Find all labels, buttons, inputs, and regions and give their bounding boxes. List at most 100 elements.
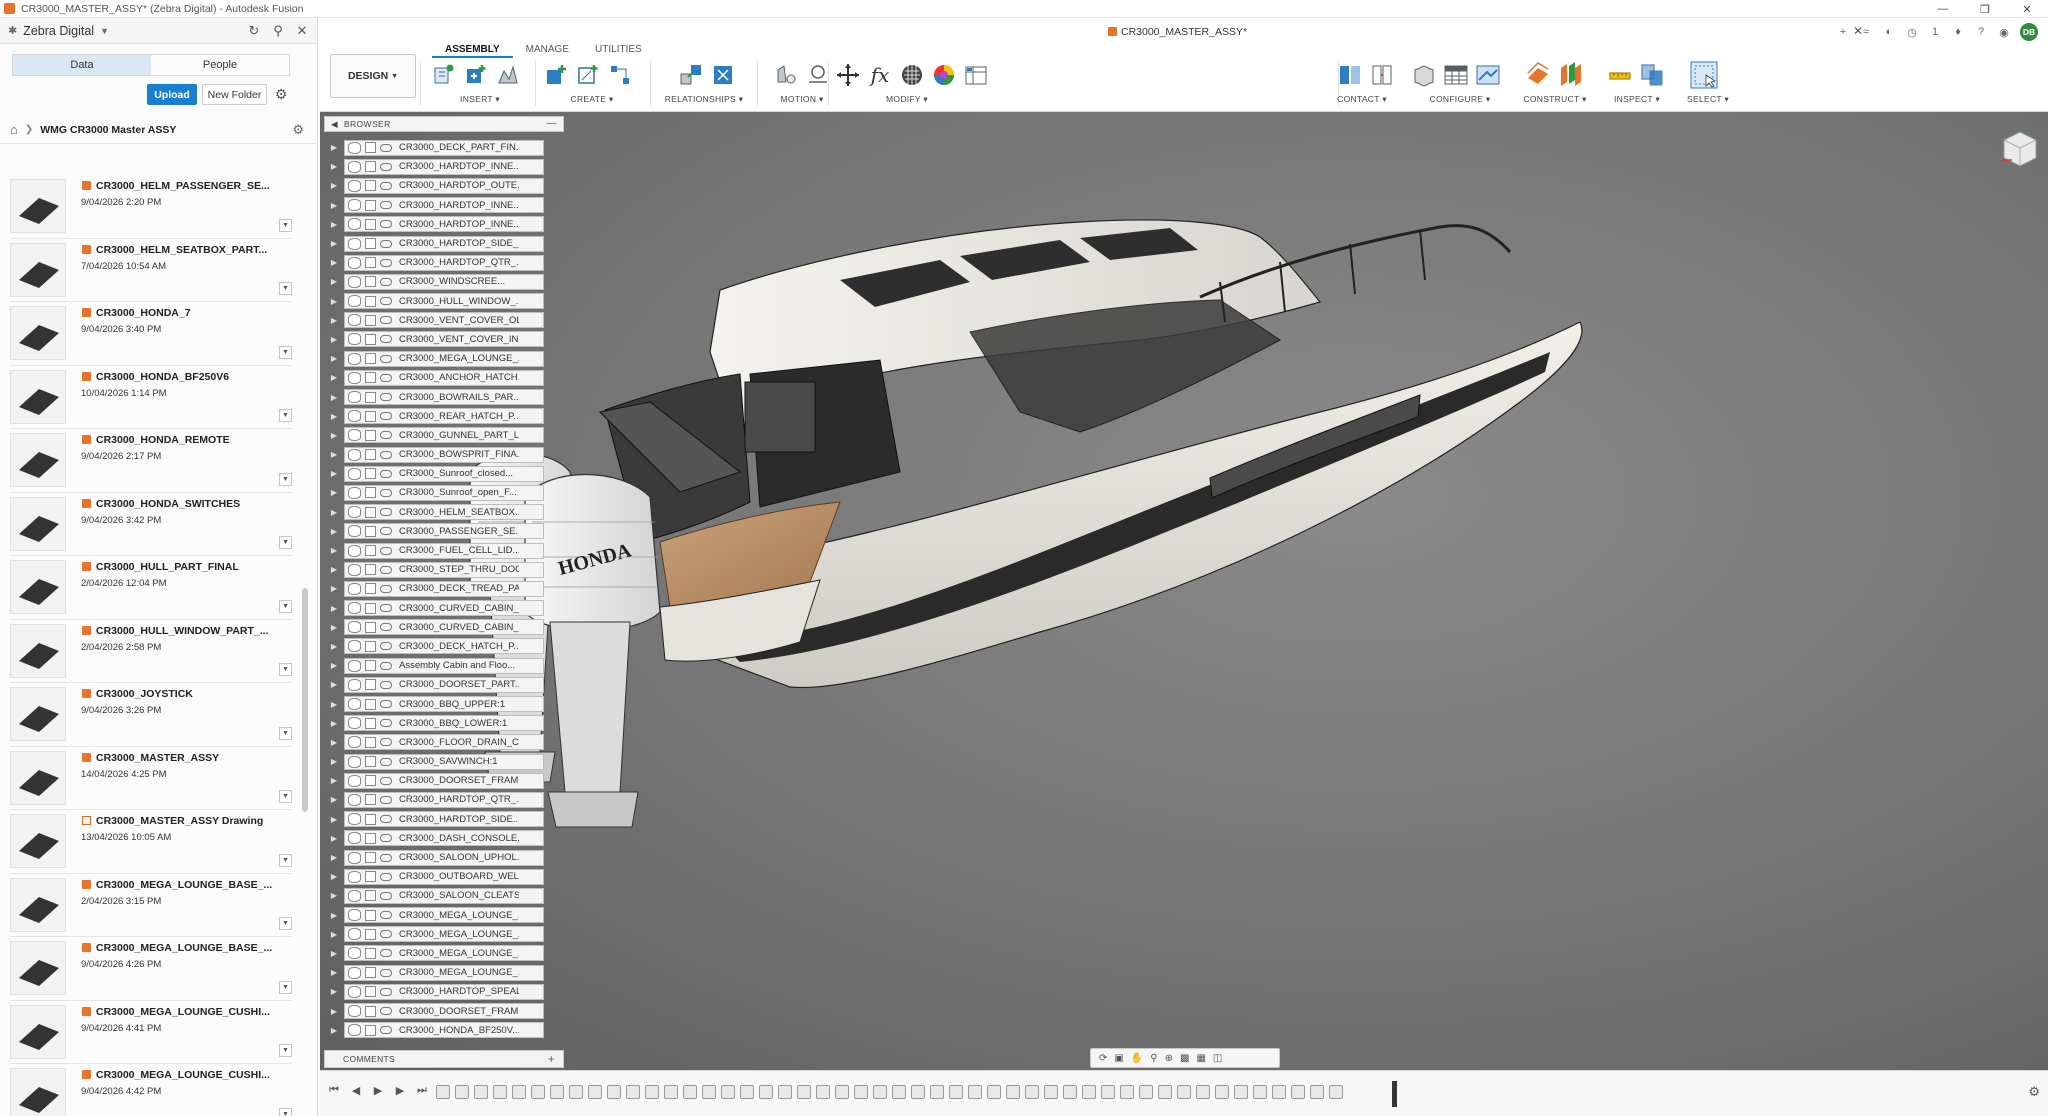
browser-item[interactable]: ▶ CR3000_DECK_HATCH_P... [324,637,564,656]
browser-item-cell[interactable]: CR3000_GUNNEL_PART_L... [344,427,544,444]
visibility-eye-icon[interactable] [348,678,361,691]
job-status-icon[interactable]: ◷ [1905,26,1919,39]
boat-model[interactable]: HONDA [320,112,2048,1070]
new-contact-set-icon[interactable] [1368,61,1396,89]
browser-item-cell[interactable]: CR3000_HELM_SEATBOX... [344,504,544,521]
group-label-construct[interactable]: CONSTRUCT ▾ [1520,94,1590,105]
file-thumbnail[interactable] [10,877,66,932]
file-thumbnail[interactable] [10,1068,66,1116]
expand-icon[interactable]: ▶ [324,815,344,824]
visibility-eye-icon[interactable] [348,141,361,154]
new-folder-button[interactable]: New Folder [202,84,267,105]
timeline-feature[interactable] [436,1085,450,1099]
file-thumbnail[interactable] [10,750,66,805]
expand-icon[interactable]: ▶ [324,757,344,766]
browser-item[interactable]: ▶ CR3000_DASH_CONSOLE... [324,829,564,848]
expand-icon[interactable]: ▶ [324,277,344,286]
expand-icon[interactable]: ▶ [324,795,344,804]
tab-manage[interactable]: MANAGE [513,44,582,58]
visibility-eye-icon[interactable] [348,774,361,787]
browser-item-cell[interactable]: CR3000_ANCHOR_HATCH... [344,369,544,386]
move-copy-icon[interactable] [834,61,862,89]
visibility-eye-icon[interactable] [348,851,361,864]
file-thumbnail[interactable] [10,306,66,360]
browser-item-cell[interactable]: CR3000_BOWRAILS_PAR... [344,389,544,406]
browser-item[interactable]: ▶ CR3000_HARDTOP_QTR_... [324,790,564,809]
expand-icon[interactable]: ▶ [324,949,344,958]
file-item[interactable]: CR3000_MEGA_LOUNGE_CUSHI... 9/04/2026 4:4… [10,1064,292,1116]
visibility-eye-icon[interactable] [348,602,361,615]
browser-item-cell[interactable]: CR3000_BOWSPRIT_FINA... [344,446,544,463]
visibility-eye-icon[interactable] [348,870,361,883]
timeline-feature[interactable] [721,1085,735,1099]
step-forward-icon[interactable]: ▶ [394,1084,406,1097]
expand-icon[interactable]: ▶ [324,450,344,459]
expand-icon[interactable]: ▶ [324,930,344,939]
browser-item[interactable]: ▶ CR3000_CURVED_CABIN_... [324,599,564,618]
go-to-start-icon[interactable]: ⏮ [328,1084,340,1097]
document-tab[interactable]: CR3000_MASTER_ASSY* [1108,26,1247,38]
display-settings-icon[interactable]: ▩ [1180,1053,1189,1064]
search-icon[interactable]: ⚲ [269,22,287,40]
browser-item[interactable]: ▶ CR3000_MEGA_LOUNGE_... [324,963,564,982]
browser-item[interactable]: ▶ CR3000_HARDTOP_INNE... [324,215,564,234]
home-icon[interactable]: ⌂ [10,122,18,137]
timeline-feature[interactable] [1158,1085,1172,1099]
learning-icon[interactable]: ◉ [1997,26,2011,39]
restore-icon[interactable]: ❐ [1964,0,2006,18]
visibility-eye-icon[interactable] [348,889,361,902]
close-icon[interactable]: ✕ [2006,0,2048,18]
as-built-joint-icon[interactable] [710,61,738,89]
group-label-create[interactable]: CREATE ▾ [542,94,642,105]
timeline-feature[interactable] [1120,1085,1134,1099]
notification-count[interactable]: 1 [1928,26,1942,38]
timeline-feature[interactable] [892,1085,906,1099]
visibility-eye-icon[interactable] [348,525,361,538]
browser-item-cell[interactable]: CR3000_HARDTOP_SIDE_... [344,235,544,252]
visibility-eye-icon[interactable] [348,717,361,730]
browser-item[interactable]: ▶ CR3000_BBQ_UPPER:1 [324,694,564,713]
browser-item-cell[interactable]: Assembly Cabin and Floo... [344,657,544,674]
file-name[interactable]: CR3000_HONDA_7 [82,307,282,319]
browser-item-cell[interactable]: CR3000_HONDA_BF250V... [344,1022,544,1039]
timeline-feature[interactable] [930,1085,944,1099]
browser-header[interactable]: ◀ BROWSER — [324,116,564,132]
expand-icon[interactable]: ▶ [324,776,344,785]
comments-panel[interactable]: COMMENTS + [324,1050,564,1068]
insert-derive-icon[interactable] [462,61,490,89]
tab-utilities[interactable]: UTILITIES [582,44,655,58]
browser-item-cell[interactable]: CR3000_HARDTOP_SPEAL... [344,983,544,1000]
browser-item-cell[interactable]: CR3000_VENT_COVER_OL... [344,312,544,329]
browser-item[interactable]: ▶ CR3000_HARDTOP_OUTE... [324,176,564,195]
expand-icon[interactable]: ▶ [324,527,344,536]
file-menu-icon[interactable]: ▼ [279,917,292,930]
file-thumbnail[interactable] [10,242,66,297]
visibility-eye-icon[interactable] [348,429,361,442]
timeline-marker[interactable] [1392,1081,1397,1107]
expand-icon[interactable]: ▶ [324,546,344,555]
browser-item[interactable]: ▶ CR3000_HARDTOP_SPEAL... [324,982,564,1001]
file-name[interactable]: CR3000_MEGA_LOUNGE_BASE_... [82,879,282,891]
expand-icon[interactable]: ▶ [324,834,344,843]
timeline-feature[interactable] [835,1085,849,1099]
expand-icon[interactable]: ▶ [324,642,344,651]
expand-icon[interactable]: ▶ [324,469,344,478]
browser-item[interactable]: ▶ CR3000_VENT_COVER_IN... [324,330,564,349]
visibility-eye-icon[interactable] [348,486,361,499]
timeline-feature[interactable] [778,1085,792,1099]
file-menu-icon[interactable]: ▼ [279,853,292,867]
browser-item[interactable]: ▶ CR3000_VENT_COVER_OL... [324,311,564,330]
browser-item[interactable]: ▶ CR3000_HARDTOP_INNE... [324,157,564,176]
browser-item[interactable]: ▶ CR3000_OUTBOARD_WEL... [324,867,564,886]
browser-item[interactable]: ▶ CR3000_SALOON_CLEATS... [324,886,564,905]
configuration-table-icon[interactable] [1442,61,1470,89]
visibility-eye-icon[interactable] [348,448,361,461]
browser-item[interactable]: ▶ CR3000_MEGA_LOUNGE_... [324,944,564,963]
browser-item-cell[interactable]: CR3000_WINDSCREE... [344,273,544,290]
viewports-icon[interactable]: ◫ [1213,1053,1222,1064]
visibility-eye-icon[interactable] [348,985,361,998]
file-item[interactable]: CR3000_HELM_SEATBOX_PART... 7/04/2026 10:… [10,239,292,302]
browser-item-cell[interactable]: CR3000_DECK_PART_FIN... [344,139,544,156]
browser-item[interactable]: ▶ CR3000_DECK_TREAD_PA... [324,579,564,598]
browser-item[interactable]: ▶ CR3000_HULL_WINDOW_... [324,292,564,311]
